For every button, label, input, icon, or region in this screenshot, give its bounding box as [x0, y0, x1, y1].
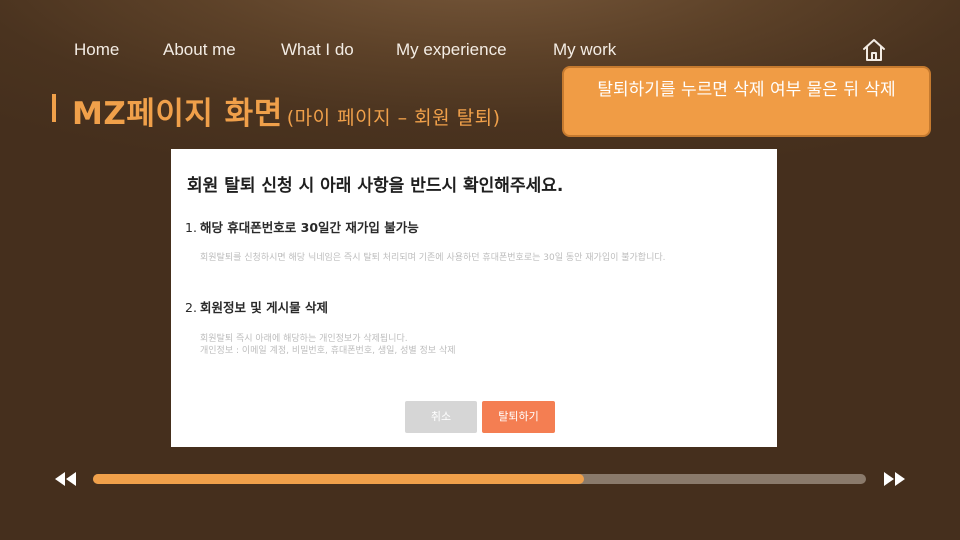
rewind-icon[interactable]	[54, 471, 78, 487]
section-2-title-text: 회원정보 및 게시물 삭제	[199, 300, 328, 315]
top-nav: Home About me What I do My experience My…	[0, 40, 960, 62]
section-2-number: 2.	[185, 300, 197, 315]
playback-bar	[0, 468, 960, 490]
section-1-body: 회원탈퇴를 신청하시면 해당 닉네임은 즉시 탈퇴 처리되며 기존에 사용하던 …	[200, 253, 666, 263]
page-title-sub: (마이 페이지 – 회원 탈퇴)	[286, 107, 501, 129]
fast-forward-icon[interactable]	[882, 471, 906, 487]
withdraw-button[interactable]: 탈퇴하기	[482, 401, 555, 433]
title-accent-bar	[52, 94, 56, 122]
nav-my-experience[interactable]: My experience	[396, 40, 507, 60]
cancel-button[interactable]: 취소	[405, 401, 477, 433]
section-2-body: 회원탈퇴 즉시 아래에 해당하는 개인정보가 삭제됩니다. 개인정보 : 이메일…	[200, 334, 456, 356]
nav-about-me[interactable]: About me	[163, 40, 236, 60]
page-title: MZ페이지 화면 (마이 페이지 – 회원 탈퇴)	[72, 88, 501, 133]
section-1-title: 1. 해당 휴대폰번호로 30일간 재가입 불가능	[185, 217, 419, 236]
nav-home[interactable]: Home	[74, 40, 119, 60]
progress-track[interactable]	[93, 474, 866, 484]
dialog-heading: 회원 탈퇴 신청 시 아래 사항을 반드시 확인해주세요.	[187, 176, 564, 196]
section-2-title: 2. 회원정보 및 게시물 삭제	[185, 297, 328, 316]
nav-what-i-do[interactable]: What I do	[281, 40, 354, 60]
page-title-main: MZ페이지 화면	[72, 96, 283, 132]
section-1-number: 1.	[185, 220, 197, 235]
nav-my-work[interactable]: My work	[553, 40, 616, 60]
annotation-callout: 탈퇴하기를 누르면 삭제 여부 물은 뒤 삭제	[562, 66, 931, 137]
section-1-title-text: 해당 휴대폰번호로 30일간 재가입 불가능	[199, 220, 419, 235]
progress-fill	[93, 474, 584, 484]
home-icon[interactable]	[861, 38, 887, 62]
withdrawal-dialog: 회원 탈퇴 신청 시 아래 사항을 반드시 확인해주세요. 1. 해당 휴대폰번호…	[171, 149, 777, 447]
